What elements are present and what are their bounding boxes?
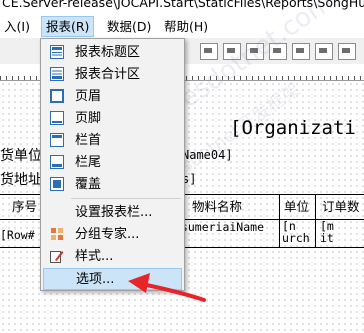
column-header-order-qty[interactable]: 订单数 bbox=[316, 195, 364, 219]
page-header-icon bbox=[50, 89, 64, 103]
page-footer-icon bbox=[50, 111, 64, 125]
menu-separator bbox=[71, 198, 181, 199]
window-title: CE.Server-release\JOCAPI.Start\StaticFil… bbox=[2, 0, 364, 10]
column-header-index[interactable]: 序号 bbox=[0, 195, 44, 219]
column-header-material-name[interactable]: 物料名称 bbox=[178, 195, 280, 219]
menu-item-label: 选项... bbox=[76, 272, 115, 287]
menu-item-page-header[interactable]: 页眉 bbox=[43, 86, 182, 108]
menu-item-column-footer[interactable]: 栏尾 bbox=[43, 152, 182, 174]
column-header-unit[interactable]: 单位 bbox=[280, 195, 316, 219]
menu-item-page-footer[interactable]: 页脚 bbox=[43, 108, 182, 130]
unit-field[interactable]: [n urch bbox=[280, 220, 316, 247]
menu-item-label: 报表合计区 bbox=[75, 67, 141, 82]
menu-item-label: 报表标题区 bbox=[75, 45, 141, 60]
menu-item-group-expert[interactable]: 分组专家... bbox=[43, 224, 182, 246]
menu-insert[interactable]: 入(I) bbox=[0, 17, 34, 36]
toolbar-button-icon[interactable] bbox=[200, 43, 218, 60]
toolbar-button-icon[interactable] bbox=[269, 43, 287, 60]
group-expert-icon bbox=[51, 228, 63, 240]
unit-field-line2: urch bbox=[282, 231, 310, 245]
menu-item-overlay[interactable]: 覆盖 bbox=[43, 174, 182, 196]
row-number-field[interactable]: [Row# bbox=[0, 220, 44, 247]
report-menu-dropdown: 报表标题区 报表合计区 页眉 页脚 栏首 栏尾 覆盖 设置报表栏... 分组专家… bbox=[40, 38, 185, 291]
menu-item-options[interactable]: 选项... bbox=[43, 268, 182, 290]
order-qty-field[interactable]: [m it bbox=[316, 220, 364, 247]
column-footer-icon bbox=[50, 155, 64, 169]
report-title-field[interactable]: [Organizati bbox=[230, 117, 356, 139]
column-header-icon bbox=[50, 133, 64, 147]
menu-item-column-header[interactable]: 栏首 bbox=[43, 130, 182, 152]
menu-item-label: 页脚 bbox=[75, 111, 102, 126]
toolbar-button-icon[interactable] bbox=[338, 43, 356, 60]
menu-item-report-title[interactable]: 报表标题区 bbox=[43, 42, 182, 64]
toolbar-button-icon[interactable] bbox=[246, 43, 264, 60]
window-title-bar: CE.Server-release\JOCAPI.Start\StaticFil… bbox=[0, 0, 364, 14]
menu-item-set-report-columns[interactable]: 设置报表栏... bbox=[43, 202, 182, 224]
menu-item-report-total[interactable]: 报表合计区 bbox=[43, 64, 182, 86]
order-qty-line2: it bbox=[320, 231, 334, 245]
menu-bar: 入(I) 报表(R) 数据(D) 帮助(H) bbox=[0, 14, 364, 38]
menu-item-label: 栏首 bbox=[75, 133, 102, 148]
menu-item-label: 页眉 bbox=[75, 89, 102, 104]
toolbar-button-icon[interactable] bbox=[292, 43, 310, 60]
style-icon bbox=[50, 251, 64, 263]
toolbar-button-icon[interactable] bbox=[223, 43, 241, 60]
toolbar-button-icon[interactable] bbox=[315, 43, 333, 60]
menu-item-label: 设置报表栏... bbox=[75, 205, 153, 220]
field-shipping-unit[interactable]: Name04] bbox=[182, 148, 233, 162]
menu-report[interactable]: 报表(R) bbox=[41, 16, 95, 37]
report-title-icon bbox=[50, 45, 64, 59]
menu-help[interactable]: 帮助(H) bbox=[160, 17, 212, 36]
report-total-icon bbox=[50, 67, 64, 81]
menu-item-label: 覆盖 bbox=[75, 177, 102, 192]
label-shipping-address[interactable]: 货地址 bbox=[0, 169, 42, 189]
menu-item-label: 分组专家... bbox=[75, 227, 140, 242]
label-shipping-unit[interactable]: 货单位 bbox=[0, 145, 42, 165]
overlay-icon bbox=[50, 177, 64, 191]
menu-item-style[interactable]: 样式... bbox=[43, 246, 182, 268]
menu-item-label: 样式... bbox=[75, 249, 114, 264]
menu-item-label: 栏尾 bbox=[75, 155, 102, 170]
menu-data[interactable]: 数据(D) bbox=[103, 17, 155, 36]
